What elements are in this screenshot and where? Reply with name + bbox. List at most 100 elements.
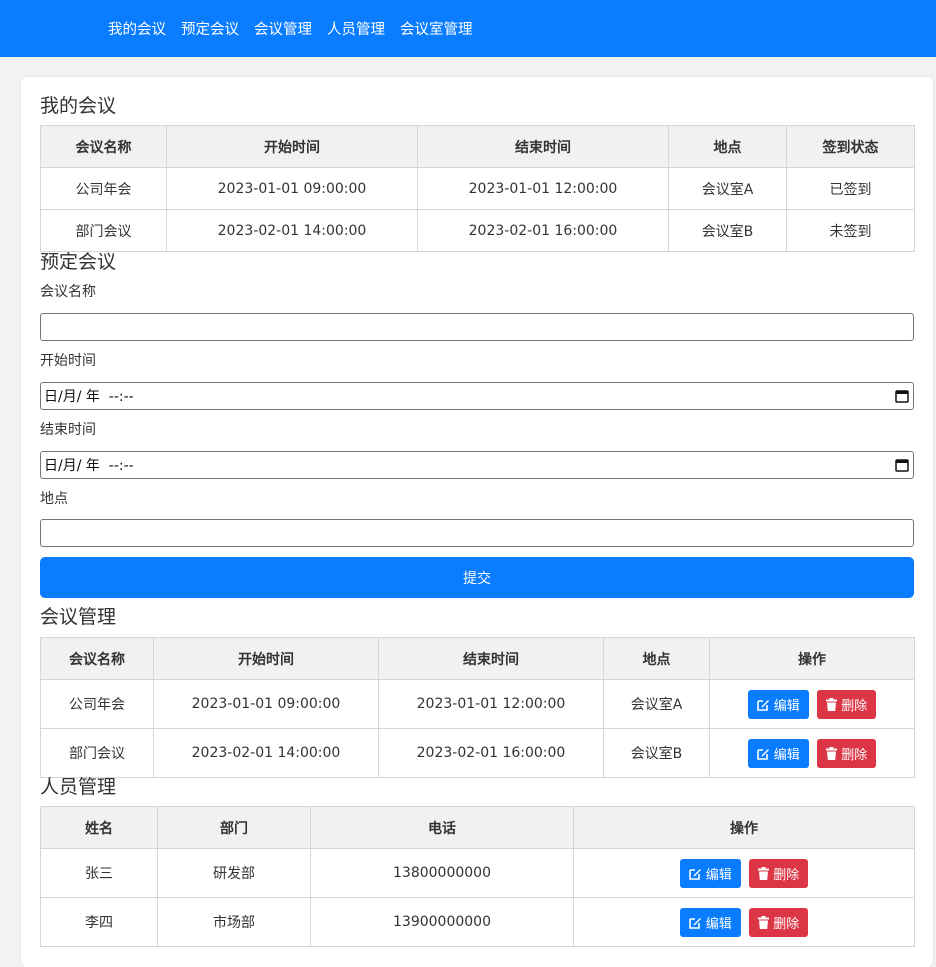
location-field-wrap: [40, 519, 914, 547]
edit-button-label: 编辑: [773, 747, 800, 763]
start-time-input[interactable]: 日/月/ 年 --:--: [40, 382, 914, 410]
my-meetings-table: 会议名称 开始时间 结束时间 地点 签到状态 公司年会 2023-01-01 0…: [40, 125, 915, 252]
edit-icon: [756, 699, 769, 711]
edit-button[interactable]: 编辑: [679, 907, 741, 937]
end-time-label: 结束时间: [40, 422, 96, 438]
calendar-icon[interactable]: [895, 389, 909, 403]
location-input[interactable]: [40, 519, 914, 547]
cell-location: 会议室A: [668, 167, 787, 210]
people-management-table: 姓名 部门 电话 操作 张三 研发部 13800000000 编辑 删除 李四 …: [40, 806, 915, 947]
col-header: 结束时间: [417, 125, 669, 168]
people-management-section: 姓名 部门 电话 操作 张三 研发部 13800000000 编辑 删除 李四 …: [40, 806, 915, 947]
cell-phone: 13900000000: [310, 897, 574, 947]
table-header-row: 会议名称 开始时间 结束时间 地点 操作: [40, 637, 915, 680]
edit-button-label: 编辑: [773, 698, 800, 714]
start-time-value: 日/月/ 年 --:--: [44, 389, 134, 405]
col-header: 会议名称: [40, 125, 167, 168]
delete-button-label: 删除: [841, 698, 868, 714]
cell-actions: 编辑 删除: [573, 897, 915, 947]
edit-button-label: 编辑: [705, 867, 732, 883]
cell-phone: 13800000000: [310, 848, 574, 898]
cell-start-time: 2023-02-01 14:00:00: [153, 728, 379, 778]
delete-button-label: 删除: [773, 916, 800, 932]
end-time-input[interactable]: 日/月/ 年 --:--: [40, 451, 914, 479]
trash-icon: [826, 697, 838, 711]
table-row: 公司年会 2023-01-01 09:00:00 2023-01-01 12:0…: [40, 679, 915, 729]
col-header: 地点: [603, 637, 710, 680]
cell-end-time: 2023-01-01 12:00:00: [378, 679, 604, 729]
col-header: 地点: [668, 125, 787, 168]
cell-end-time: 2023-02-01 16:00:00: [378, 728, 604, 778]
cell-start-time: 2023-01-01 09:00:00: [166, 167, 418, 210]
cell-location: 会议室A: [603, 679, 710, 729]
meeting-management-table: 会议名称 开始时间 结束时间 地点 操作 公司年会 2023-01-01 09:…: [40, 637, 915, 778]
meeting-name-label: 会议名称: [40, 284, 96, 300]
cell-department: 市场部: [157, 897, 311, 947]
edit-icon: [688, 868, 701, 880]
submit-wrap: 提交: [40, 557, 914, 598]
cell-actions: 编辑 删除: [709, 679, 915, 729]
cell-meeting-name: 部门会议: [40, 209, 167, 252]
delete-button[interactable]: 删除: [817, 738, 877, 768]
booking-title: 预定会议: [40, 251, 117, 273]
meeting-name-input[interactable]: [40, 313, 914, 341]
table-row: 部门会议 2023-02-01 14:00:00 2023-02-01 16:0…: [40, 209, 915, 252]
trash-icon: [826, 746, 838, 760]
cell-start-time: 2023-01-01 09:00:00: [153, 679, 379, 729]
cell-actions: 编辑 删除: [573, 848, 915, 898]
cell-checkin-status: 已签到: [786, 167, 915, 210]
cell-person-name: 张三: [40, 848, 158, 898]
cell-meeting-name: 公司年会: [40, 679, 154, 729]
table-row: 部门会议 2023-02-01 14:00:00 2023-02-01 16:0…: [40, 728, 915, 778]
cell-meeting-name: 公司年会: [40, 167, 167, 210]
delete-button-label: 删除: [773, 867, 800, 883]
col-header: 部门: [157, 806, 311, 849]
col-header: 会议名称: [40, 637, 154, 680]
my-meetings-section: 会议名称 开始时间 结束时间 地点 签到状态 公司年会 2023-01-01 0…: [40, 125, 915, 252]
table-row: 公司年会 2023-01-01 09:00:00 2023-01-01 12:0…: [40, 167, 915, 210]
nav-meeting-management[interactable]: 会议管理: [254, 18, 312, 39]
col-header: 签到状态: [786, 125, 915, 168]
table-row: 李四 市场部 13900000000 编辑 删除: [40, 897, 915, 947]
table-row: 张三 研发部 13800000000 编辑 删除: [40, 848, 915, 898]
edit-icon: [688, 917, 701, 929]
cell-location: 会议室B: [603, 728, 710, 778]
edit-button-label: 编辑: [705, 916, 732, 932]
delete-button[interactable]: 删除: [749, 907, 809, 937]
cell-department: 研发部: [157, 848, 311, 898]
meeting-management-section: 会议名称 开始时间 结束时间 地点 操作 公司年会 2023-01-01 09:…: [40, 637, 915, 778]
table-header-row: 姓名 部门 电话 操作: [40, 806, 915, 849]
cell-end-time: 2023-01-01 12:00:00: [417, 167, 669, 210]
submit-button[interactable]: 提交: [40, 557, 914, 598]
nav-my-meetings[interactable]: 我的会议: [108, 18, 166, 39]
cell-meeting-name: 部门会议: [40, 728, 154, 778]
calendar-icon[interactable]: [895, 458, 909, 472]
edit-button[interactable]: 编辑: [679, 858, 741, 888]
col-header: 操作: [709, 637, 915, 680]
edit-button[interactable]: 编辑: [747, 738, 809, 768]
col-header: 电话: [310, 806, 574, 849]
nav-people-management[interactable]: 人员管理: [327, 18, 385, 39]
meeting-name-field-wrap: [40, 313, 914, 341]
people-management-title: 人员管理: [40, 776, 117, 798]
cell-person-name: 李四: [40, 897, 158, 947]
col-header: 操作: [573, 806, 915, 849]
cell-actions: 编辑 删除: [709, 728, 915, 778]
delete-button-label: 删除: [841, 747, 868, 763]
col-header: 开始时间: [153, 637, 379, 680]
delete-button[interactable]: 删除: [749, 858, 809, 888]
location-label: 地点: [40, 491, 68, 507]
start-time-label: 开始时间: [40, 353, 96, 369]
cell-start-time: 2023-02-01 14:00:00: [166, 209, 418, 252]
nav-room-management[interactable]: 会议室管理: [400, 18, 473, 39]
cell-location: 会议室B: [668, 209, 787, 252]
table-header-row: 会议名称 开始时间 结束时间 地点 签到状态: [40, 125, 915, 168]
top-nav: 我的会议 预定会议 会议管理 人员管理 会议室管理: [0, 0, 936, 57]
col-header: 开始时间: [166, 125, 418, 168]
cell-checkin-status: 未签到: [786, 209, 915, 252]
nav-book-meeting[interactable]: 预定会议: [181, 18, 239, 39]
trash-icon: [758, 866, 770, 880]
cell-end-time: 2023-02-01 16:00:00: [417, 209, 669, 252]
delete-button[interactable]: 删除: [817, 689, 877, 719]
edit-button[interactable]: 编辑: [747, 689, 809, 719]
